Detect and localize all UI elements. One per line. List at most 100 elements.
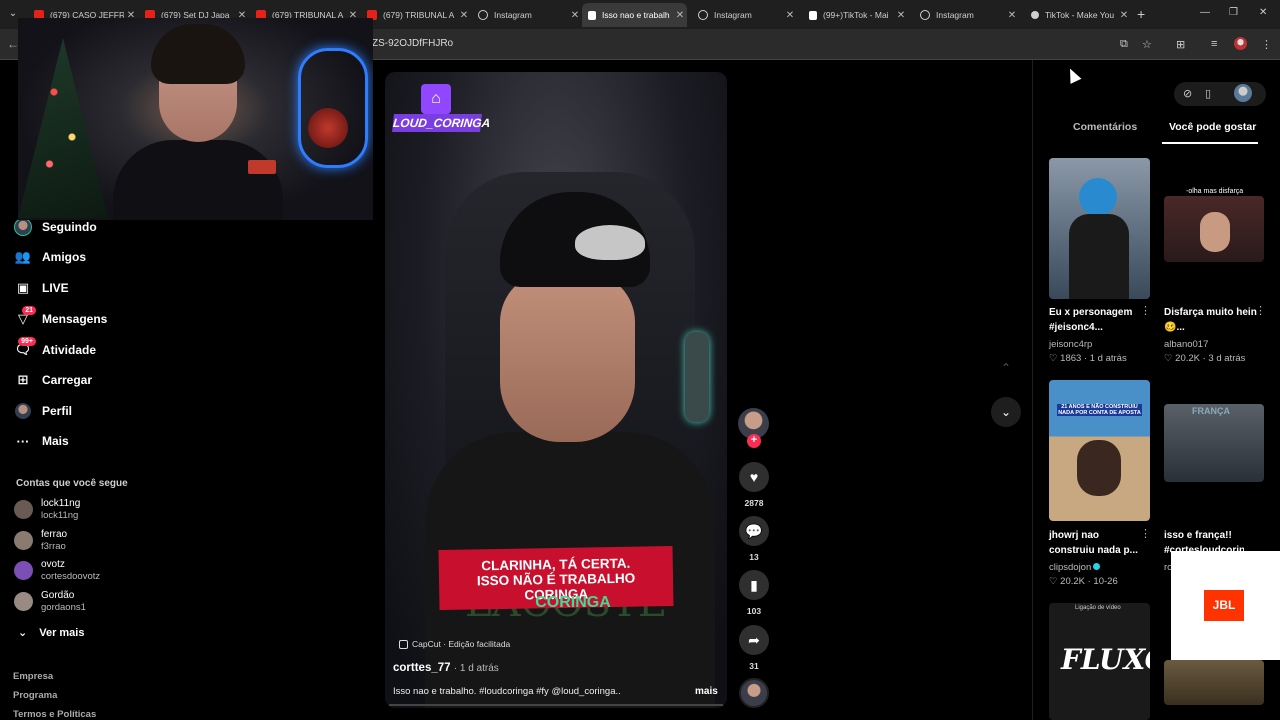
share-button[interactable]: ➦ (739, 625, 769, 655)
more-icon: ··· (16, 433, 30, 449)
chevron-down-icon: ⌄ (18, 627, 28, 639)
sidebar-item-upload[interactable]: ⊞ Carregar (14, 369, 92, 391)
thumbnail-overlay-text: FLUXO (1061, 643, 1150, 676)
recommended-video-thumbnail[interactable]: FRANÇA (1164, 404, 1264, 482)
recommended-video-thumbnail[interactable] (1164, 660, 1264, 705)
browser-tab-active[interactable]: Isso nao e trabalh ✕ (582, 3, 687, 27)
messages-badge: 21 (22, 306, 36, 315)
sidebar-item-more[interactable]: ··· Mais (14, 430, 69, 452)
compass-icon[interactable]: ⊘ (1183, 87, 1192, 100)
followed-account[interactable]: Gordão gordaons1 (14, 590, 86, 613)
browser-tab[interactable]: Instagram ✕ (472, 3, 582, 27)
close-window-icon[interactable]: ✕ (1259, 7, 1267, 18)
sidebar-item-messages[interactable]: ▽ 21 Mensagens (14, 306, 107, 330)
music-disc-avatar[interactable] (739, 678, 769, 708)
recommended-video-thumbnail[interactable] (1049, 158, 1150, 299)
save-button[interactable]: ▮ (739, 570, 769, 600)
recommended-video-author[interactable]: clipsdojon (1049, 562, 1101, 573)
like-count: 2878 (744, 498, 764, 508)
twitch-icon: ⌂ (421, 84, 451, 114)
footer-link-terms[interactable]: Termos e Políticas (13, 709, 96, 720)
minimize-icon[interactable]: — (1200, 7, 1210, 18)
video-options-icon[interactable]: ⋮ (1140, 304, 1151, 317)
tab-title: Instagram (714, 10, 752, 20)
media-controls-icon[interactable]: ≡ (1211, 38, 1217, 50)
sidebar-item-friends[interactable]: 👥 Amigos (14, 246, 86, 268)
close-tab-icon[interactable]: ✕ (783, 10, 797, 21)
close-tab-icon[interactable]: ✕ (1005, 10, 1019, 21)
footer-link-company[interactable]: Empresa (13, 671, 53, 682)
tab-title: Instagram (936, 10, 974, 20)
like-button[interactable]: ♥ (739, 462, 769, 492)
account-name: Gordão (41, 590, 75, 601)
device-icon[interactable]: ▯ (1205, 87, 1211, 100)
tiktok-icon (809, 10, 817, 20)
close-tab-icon[interactable]: ✕ (1117, 10, 1131, 21)
sidebar-item-label: LIVE (42, 281, 69, 295)
channel-badge-text: LOUD_CORINGA (392, 114, 492, 132)
sidebar-item-live[interactable]: ▣ LIVE (14, 277, 69, 299)
comment-icon: 💬 (745, 522, 763, 539)
address-bar-url[interactable]: ZS-92OJDfFHJRo (372, 38, 453, 49)
avatar (14, 500, 33, 519)
video-options-icon[interactable]: ⋮ (1140, 527, 1151, 540)
browser-tab[interactable]: Instagram ✕ (692, 3, 797, 27)
avatar (14, 531, 33, 550)
maximize-icon[interactable]: ❐ (1229, 7, 1238, 18)
close-tab-icon[interactable]: ✕ (568, 10, 582, 21)
decoration (308, 108, 348, 148)
next-video-button[interactable]: ⌄ (991, 397, 1021, 427)
tab-recommended[interactable]: Você pode gostar (1169, 121, 1256, 133)
followed-account[interactable]: ovotz cortesdoovotz (14, 559, 100, 582)
cast-icon[interactable]: ⧉ (1120, 38, 1128, 51)
browser-profile-icon[interactable] (1234, 37, 1247, 50)
followed-account[interactable]: ferrao f3rrao (14, 529, 67, 552)
following-accounts-header: Contas que você segue (16, 478, 128, 489)
recommended-video-title[interactable]: Eu x personagem #jeisonc4... (1049, 305, 1145, 335)
twitch-channel-badge: ⌂ LOUD_CORINGA (392, 84, 492, 140)
comment-button[interactable]: 💬 (739, 516, 769, 546)
close-tab-icon[interactable]: ✕ (894, 10, 908, 21)
follow-plus-icon[interactable]: + (747, 434, 761, 448)
sidebar-item-label: Mais (42, 434, 69, 448)
tab-comments[interactable]: Comentários (1073, 121, 1137, 133)
recommended-video-thumbnail[interactable] (1164, 196, 1264, 262)
capcut-icon (399, 639, 408, 649)
new-tab-icon[interactable]: + (1137, 6, 1145, 22)
browser-tab[interactable]: (99+)TikTok - Mai ✕ (803, 3, 908, 27)
video-options-icon[interactable]: ⋮ (1255, 304, 1266, 317)
video-progress-bar[interactable] (389, 704, 723, 706)
close-tab-icon[interactable]: ✕ (457, 10, 471, 21)
active-tab-underline (1162, 142, 1258, 144)
recommended-video-author[interactable]: albano017 (1164, 339, 1208, 350)
sidebar-item-profile[interactable]: Perfil (14, 400, 72, 422)
browser-tab[interactable]: Instagram ✕ (914, 3, 1019, 27)
description-more-button[interactable]: mais (695, 686, 718, 697)
browser-tab[interactable]: TikTok - Make You ✕ (1025, 3, 1131, 27)
previous-video-button[interactable]: ⌃ (991, 353, 1021, 383)
account-name: ovotz (41, 559, 65, 570)
recommended-video-thumbnail[interactable]: 21 ANOS E NÃO CONSTRUIU NADA POR CONTA D… (1049, 380, 1150, 521)
tiktok-icon (1031, 11, 1039, 19)
close-tab-icon[interactable]: ✕ (673, 10, 687, 21)
user-avatar[interactable] (1234, 84, 1252, 102)
footer-link-program[interactable]: Programa (13, 690, 57, 701)
recommended-video-author[interactable]: jeisonc4rp (1049, 339, 1092, 350)
followed-account[interactable]: lock11ng lock11ng (14, 498, 80, 521)
video-author[interactable]: corttes_77 · 1 d atrás (393, 662, 499, 674)
caption-accent: CORINGA (535, 594, 611, 611)
video-player[interactable]: LACOSTE ⌂ LOUD_CORINGA CLARINHA, TÁ CERT… (385, 72, 727, 708)
recommended-video-title[interactable]: Disfarça muito hein 🥴... (1164, 305, 1260, 335)
browser-tab[interactable]: (679) TRIBUNAL A ✕ (361, 3, 471, 27)
extensions-icon[interactable]: ⊞ (1176, 38, 1185, 51)
sidebar-item-label: Atividade (42, 343, 97, 357)
account-username: lock11ng (41, 510, 79, 521)
browser-menu-icon[interactable]: ⋮ (1261, 38, 1272, 51)
recommended-video-title[interactable]: jhowrj nao construiu nada p... (1049, 528, 1145, 558)
see-more-accounts-button[interactable]: ⌄ Ver mais (18, 626, 84, 640)
bookmark-star-icon[interactable]: ☆ (1142, 38, 1152, 51)
thumbnail-overlay-text: FRANÇA (1192, 406, 1230, 416)
sidebar-item-activity[interactable]: 🗨 99+ Atividade (14, 337, 97, 361)
capcut-label[interactable]: CapCut · Edição facilitada (399, 639, 510, 649)
recommended-video-thumbnail[interactable]: Ligação de vídeo FLUXO (1049, 603, 1150, 720)
